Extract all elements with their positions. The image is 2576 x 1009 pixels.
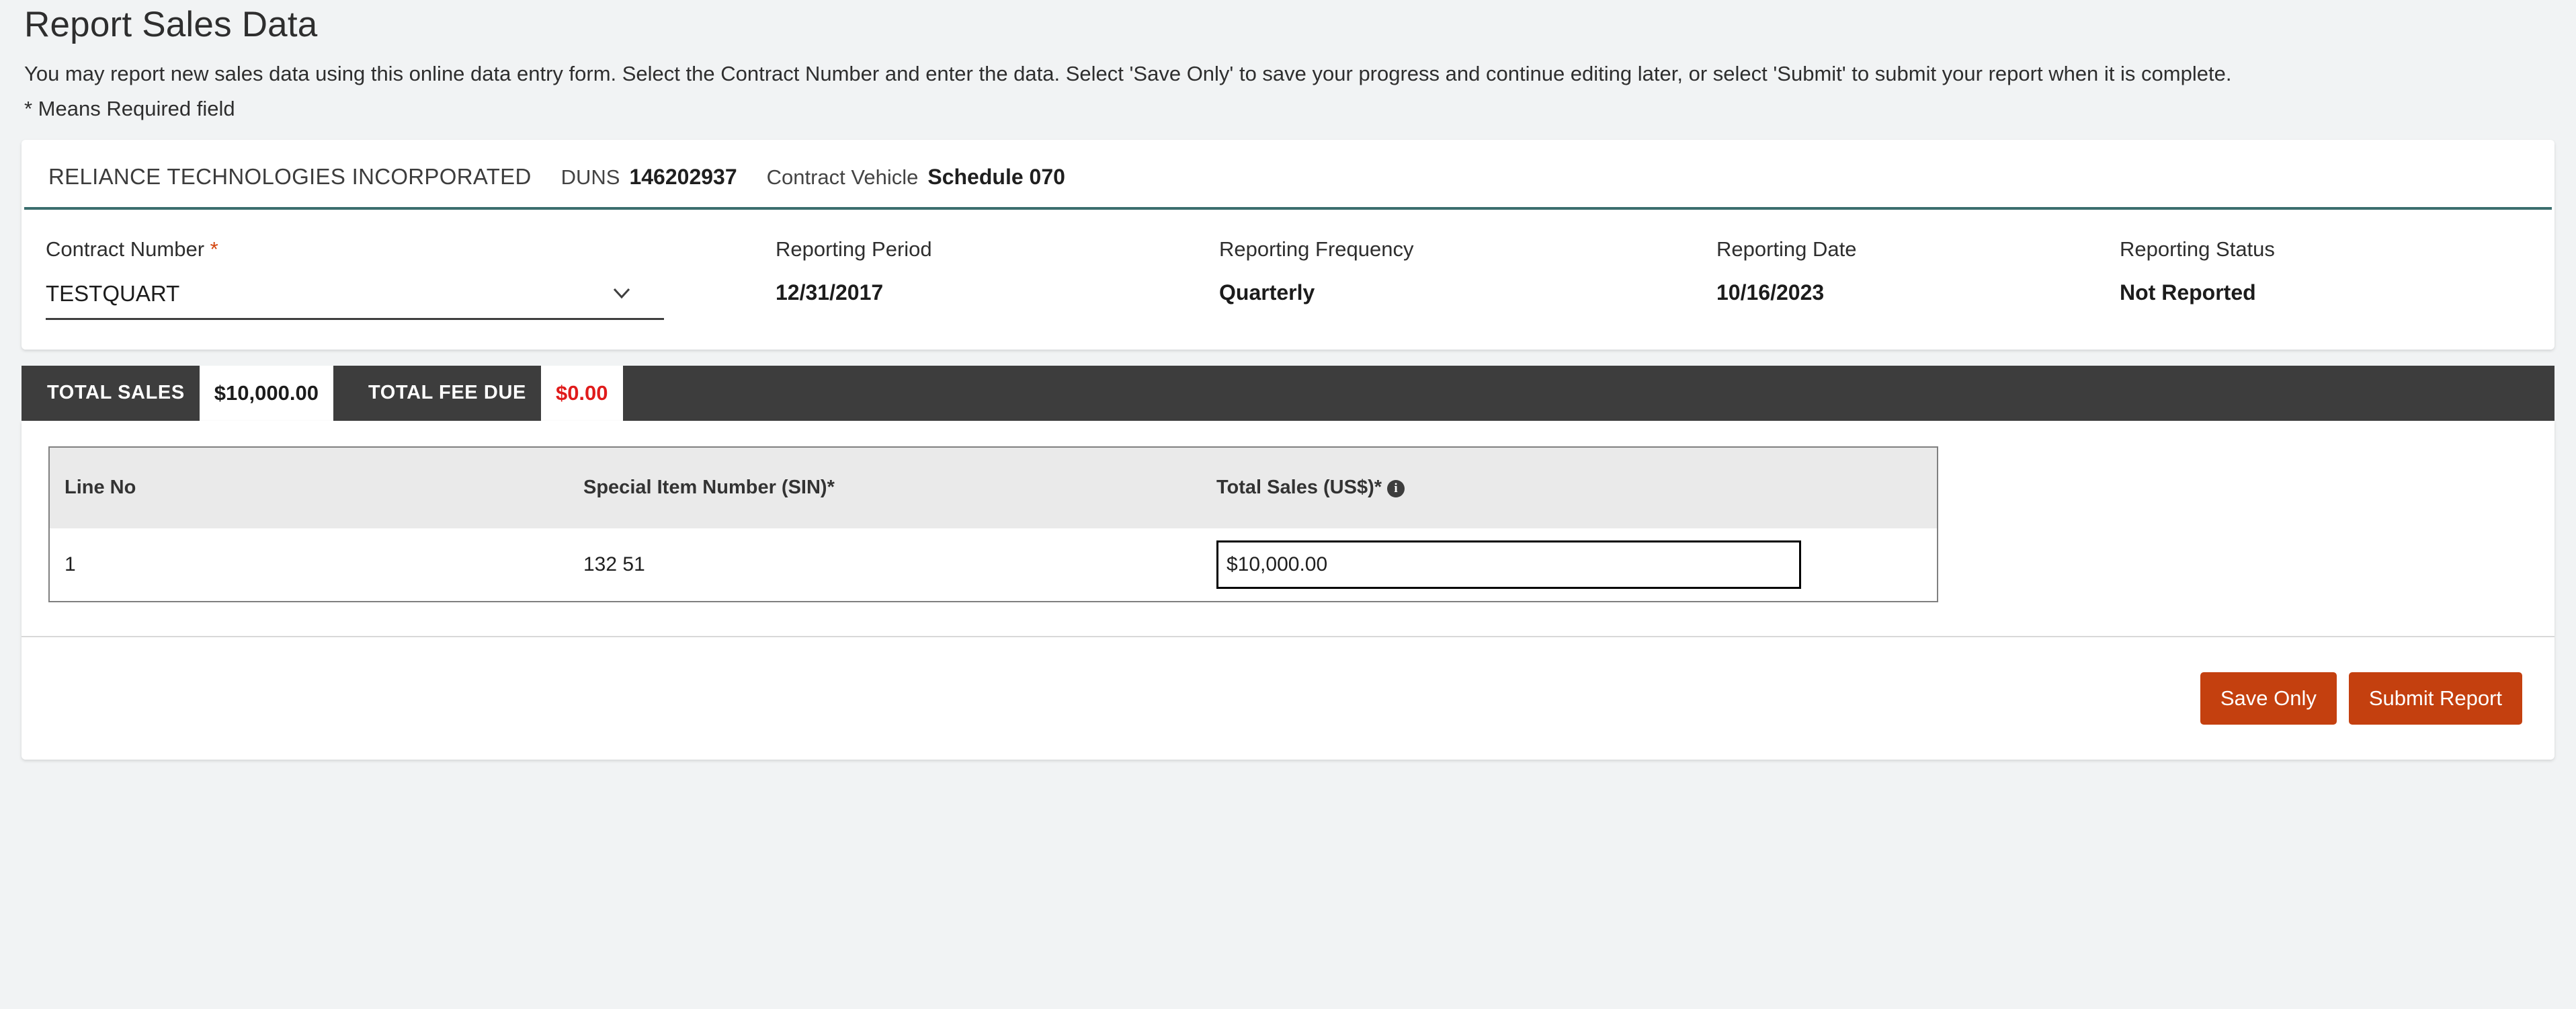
contract-number-label-text: Contract Number (46, 237, 205, 261)
column-header-total-sales: Total Sales (US$)* i (1202, 446, 1938, 528)
contract-number-field: Contract Number * TESTQUART (22, 237, 776, 320)
chevron-down-icon[interactable] (610, 282, 633, 305)
report-sales-data-page: Report Sales Data You may report new sal… (0, 0, 2576, 1009)
footer-actions: Save Only Submit Report (22, 637, 2554, 760)
required-field-note: * Means Required field (24, 97, 235, 121)
submit-report-button[interactable]: Submit Report (2348, 672, 2522, 725)
report-header-card: RELIANCE TECHNOLOGIES INCORPORATED DUNS … (22, 139, 2554, 350)
cell-line-no: 1 (49, 528, 569, 602)
total-sales-value: $10,000.00 (199, 365, 333, 421)
contract-vehicle-label: Contract Vehicle (766, 165, 919, 189)
sales-table-head: Line No Special Item Number (SIN)* Total… (49, 446, 1938, 528)
required-asterisk: * (210, 237, 218, 261)
column-header-line-no: Line No (49, 446, 569, 528)
sales-table-body: 1 132 51 (49, 528, 1938, 602)
column-header-total-sales-text: Total Sales (US$)* (1216, 477, 1382, 499)
total-sales-input[interactable] (1216, 540, 1801, 589)
reporting-period-label: Reporting Period (776, 237, 932, 261)
intro-block: Report Sales Data You may report new sal… (22, 0, 2554, 124)
info-icon[interactable]: i (1387, 480, 1405, 498)
save-only-button[interactable]: Save Only (2200, 672, 2337, 725)
reporting-frequency-value: Quarterly (1219, 280, 1315, 305)
reporting-frequency-label: Reporting Frequency (1219, 237, 1414, 261)
company-info-bar: RELIANCE TECHNOLOGIES INCORPORATED DUNS … (24, 140, 2552, 210)
contract-vehicle-value: Schedule 070 (927, 164, 1065, 189)
duns-value: 146202937 (629, 164, 737, 189)
reporting-period-value: 12/31/2017 (776, 280, 884, 305)
duns-label: DUNS (560, 165, 620, 189)
reporting-fields-row: Contract Number * TESTQUART Reporting Pe… (22, 210, 2554, 350)
table-header-row: Line No Special Item Number (SIN)* Total… (49, 446, 1938, 528)
column-header-sin: Special Item Number (SIN)* (569, 446, 1202, 528)
reporting-status-label: Reporting Status (2120, 237, 2275, 261)
sales-table: Line No Special Item Number (SIN)* Total… (48, 446, 1938, 602)
company-name: RELIANCE TECHNOLOGIES INCORPORATED (48, 163, 532, 189)
reporting-status-value: Not Reported (2120, 280, 2256, 305)
reporting-period-field: Reporting Period 12/31/2017 (776, 237, 1219, 305)
reporting-status-field: Reporting Status Not Reported (2120, 237, 2509, 305)
sales-entry-card: Line No Special Item Number (SIN)* Total… (22, 420, 2554, 760)
page-description: You may report new sales data using this… (24, 62, 2232, 86)
total-fee-due-label: TOTAL FEE DUE (368, 382, 526, 404)
total-sales-label: TOTAL SALES (47, 382, 185, 404)
contract-number-selected-value: TESTQUART (46, 280, 180, 306)
reporting-date-label: Reporting Date (1716, 237, 1857, 261)
cell-sin: 132 51 (569, 528, 1202, 602)
cell-total-sales (1202, 528, 1938, 602)
reporting-date-field: Reporting Date 10/16/2023 (1716, 237, 2120, 305)
sales-table-area: Line No Special Item Number (SIN)* Total… (22, 421, 2554, 636)
total-fee-due-value: $0.00 (540, 365, 623, 421)
totals-bar: TOTAL SALES $10,000.00 TOTAL FEE DUE $0.… (22, 365, 2554, 421)
page-title: Report Sales Data (24, 5, 318, 44)
table-row: 1 132 51 (49, 528, 1938, 602)
contract-number-select[interactable]: TESTQUART (46, 276, 664, 320)
contract-number-label: Contract Number * (46, 237, 776, 261)
reporting-frequency-field: Reporting Frequency Quarterly (1219, 237, 1716, 305)
reporting-date-value: 10/16/2023 (1716, 280, 1825, 305)
